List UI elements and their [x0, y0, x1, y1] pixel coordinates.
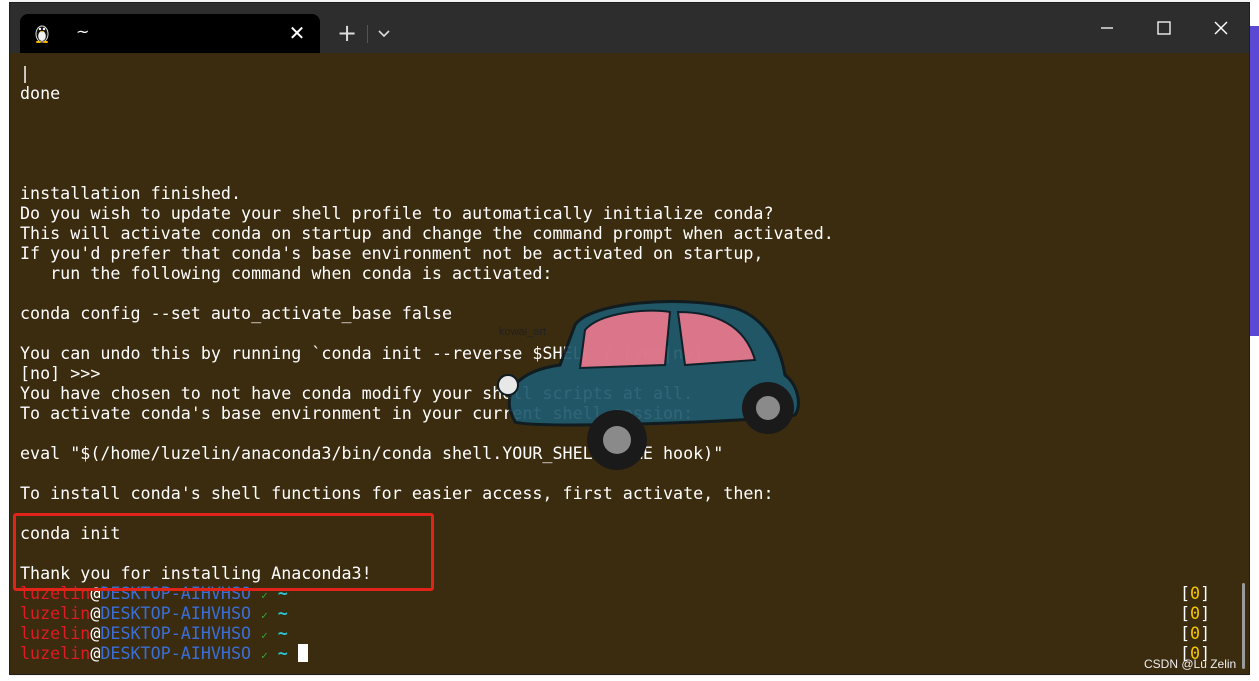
prompt-user: luzelin — [20, 603, 91, 623]
exit-status: [0] — [1180, 623, 1211, 643]
terminal-line: To install conda's shell functions for e… — [20, 483, 774, 503]
shell-prompt-active[interactable]: luzelin@DESKTOP-AIHVHSO ✓ ~ — [20, 643, 308, 663]
tab-home[interactable]: ~ ✕ — [20, 14, 320, 53]
prompt-at: @ — [90, 603, 101, 623]
csdn-watermark: CSDN @Lu Zelin — [1144, 657, 1237, 671]
prompt-dir: ~ — [277, 603, 288, 623]
prompt-host: DESKTOP-AIHVHSO — [100, 643, 252, 663]
terminal-line: If you'd prefer that conda's base enviro… — [20, 243, 764, 263]
terminal-line: This will activate conda on startup and … — [20, 223, 834, 243]
terminal-line: | — [20, 63, 31, 83]
chevron-down-icon[interactable] — [374, 23, 394, 43]
tab-close-icon[interactable]: ✕ — [286, 22, 308, 44]
new-tab-button[interactable]: + — [336, 21, 358, 45]
tab-separator — [367, 25, 368, 43]
check-icon: ✓ — [261, 609, 268, 622]
terminal-line: done — [20, 83, 61, 103]
prompt-at: @ — [90, 623, 101, 643]
terminal-line: installation finished. — [20, 183, 242, 203]
terminal-line: Do you wish to update your shell profile… — [20, 203, 774, 223]
tab-title: ~ — [76, 22, 90, 41]
minimize-button[interactable] — [1087, 13, 1127, 43]
car-watermark-icon — [497, 300, 800, 470]
maximize-button[interactable] — [1144, 13, 1184, 43]
prompt-at: @ — [90, 643, 101, 663]
prompt-user: luzelin — [20, 643, 91, 663]
prompt-user: luzelin — [20, 623, 91, 643]
check-icon: ✓ — [261, 629, 268, 642]
check-icon: ✓ — [261, 649, 268, 662]
linux-penguin-icon — [35, 25, 49, 43]
prompt-host: DESKTOP-AIHVHSO — [100, 603, 252, 623]
terminal-line: [no] >>> — [20, 363, 101, 383]
background-purple-strip — [1250, 26, 1259, 336]
prompt-dir: ~ — [277, 643, 288, 663]
terminal-line: conda config --set auto_activate_base fa… — [20, 303, 453, 323]
terminal-line: run the following command when conda is … — [20, 263, 553, 283]
exit-status: [0] — [1180, 583, 1211, 603]
text-cursor — [297, 644, 308, 662]
scrollbar-thumb[interactable] — [1242, 583, 1245, 669]
prompt-host: DESKTOP-AIHVHSO — [100, 623, 252, 643]
shell-prompt: luzelin@DESKTOP-AIHVHSO ✓ ~ — [20, 623, 288, 643]
close-window-button[interactable] — [1201, 13, 1241, 43]
annotation-highlight-box — [13, 513, 434, 591]
title-bar: ~ ✕ + — [10, 3, 1249, 53]
prompt-dir: ~ — [277, 623, 288, 643]
background-bottom-edge — [0, 676, 1259, 681]
scrollbar[interactable] — [1238, 53, 1249, 674]
exit-status: [0] — [1180, 603, 1211, 623]
shell-prompt: luzelin@DESKTOP-AIHVHSO ✓ ~ — [20, 603, 288, 623]
car-watermark-label: kowal_art — [499, 326, 547, 338]
